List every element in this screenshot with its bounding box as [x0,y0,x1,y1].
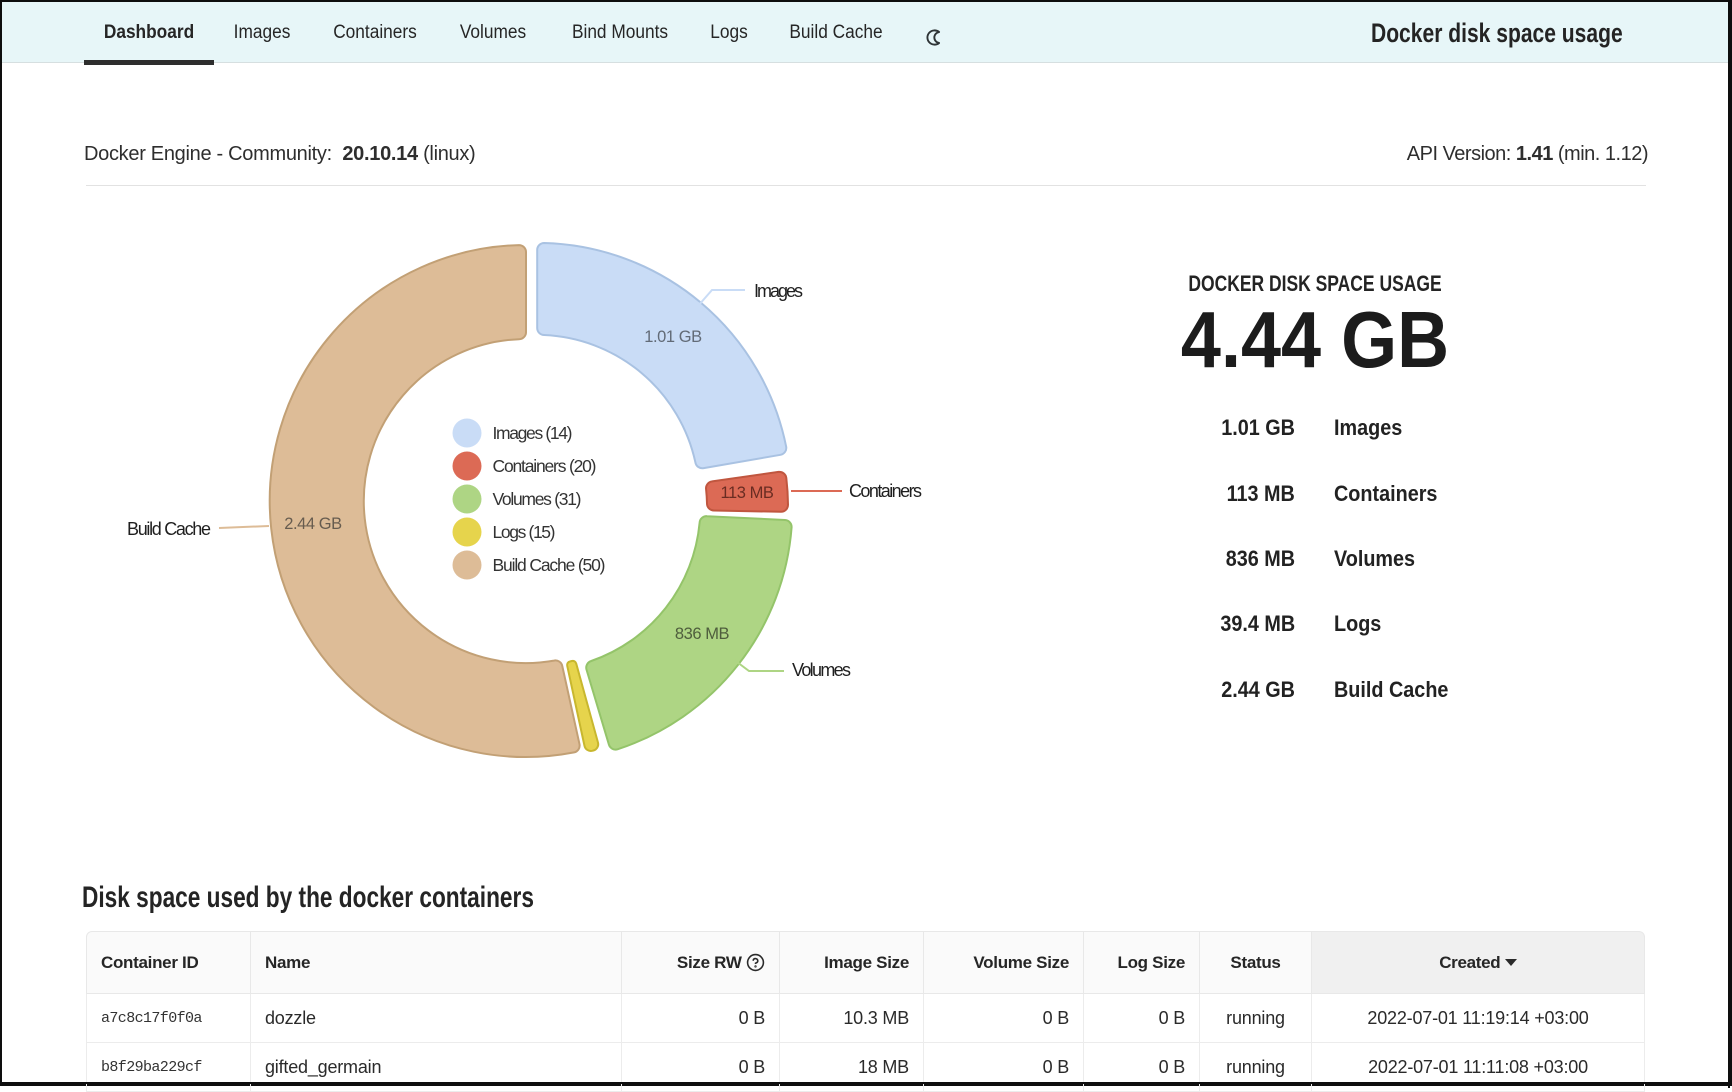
svg-text:Build Cache: Build Cache [127,519,211,539]
svg-text:2.44 GB: 2.44 GB [284,515,342,533]
svg-text:Images (14): Images (14) [493,423,573,443]
svg-text:1.01 GB: 1.01 GB [644,328,702,346]
svg-text:836 MB: 836 MB [675,625,730,643]
svg-text:Images: Images [754,281,803,301]
svg-text:Logs (15): Logs (15) [493,522,556,542]
svg-text:113 MB: 113 MB [721,484,774,502]
svg-text:Build Cache (50): Build Cache (50) [493,555,606,575]
svg-text:Containers: Containers [849,481,922,501]
svg-text:Containers (20): Containers (20) [493,456,597,476]
svg-text:Volumes (31): Volumes (31) [493,489,582,509]
svg-text:Volumes: Volumes [792,660,851,680]
